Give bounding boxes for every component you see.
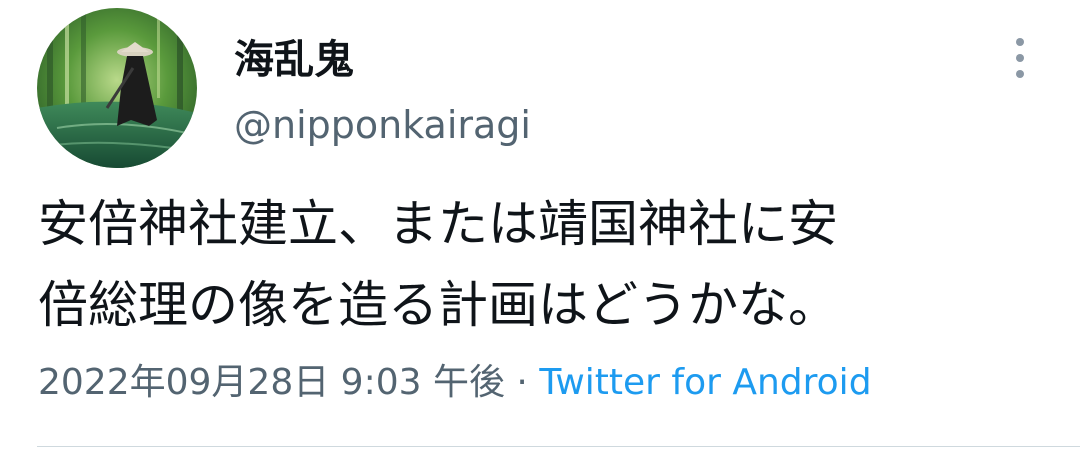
tweet-text-line: 安倍神社建立、または靖国神社に安: [38, 195, 838, 253]
tweet-text: 安倍神社建立、または靖国神社に安 倍総理の像を造る計画はどうかな。: [38, 184, 1048, 346]
author-handle[interactable]: @nipponkairagi: [234, 102, 531, 148]
tweet-source-link[interactable]: Twitter for Android: [539, 362, 871, 403]
divider: [37, 446, 1080, 447]
more-options-button[interactable]: [1000, 30, 1040, 86]
author-avatar[interactable]: [37, 8, 197, 168]
tweet-text-line: 倍総理の像を造る計画はどうかな。: [38, 276, 838, 334]
author-display-name[interactable]: 海乱鬼: [234, 36, 354, 84]
tweet: 海乱鬼 @nipponkairagi 安倍神社建立、または靖国神社に安 倍総理の…: [0, 0, 1080, 459]
tweet-timestamp[interactable]: 2022年09月28日 9:03 午後: [38, 362, 505, 403]
avatar-image: [37, 8, 197, 168]
tweet-meta: 2022年09月28日 9:03 午後 · Twitter for Androi…: [38, 360, 872, 406]
meta-separator: ·: [504, 362, 540, 403]
